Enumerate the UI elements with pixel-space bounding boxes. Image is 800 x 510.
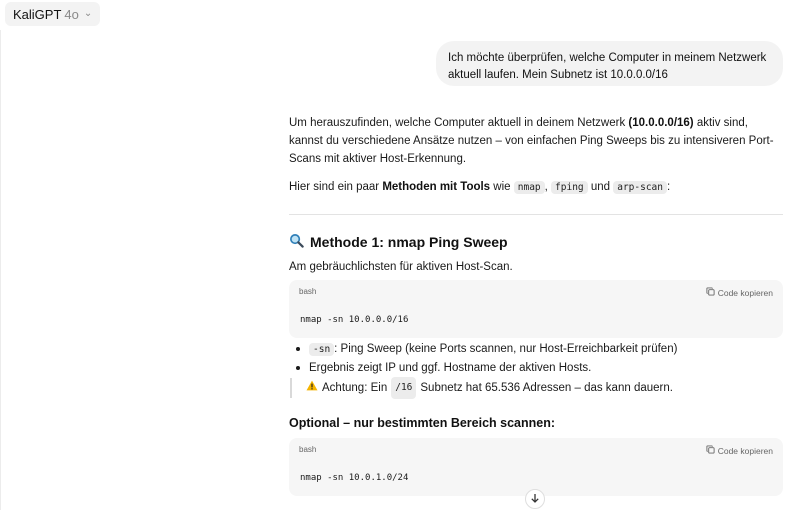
warning-icon xyxy=(306,378,318,398)
method1-heading: Methode 1: nmap Ping Sweep xyxy=(289,233,508,251)
tools-text-1: Hier sind ein paar xyxy=(289,181,383,193)
copy-code-label: Code kopieren xyxy=(717,445,773,456)
code-language-label: bash xyxy=(299,445,317,454)
method1-title: Methode 1: nmap Ping Sweep xyxy=(310,234,508,250)
tools-line: Hier sind ein paar Methoden mit Tools wi… xyxy=(289,178,783,197)
intro-text-1: Um herauszufinden, welche Computer aktue… xyxy=(289,117,629,129)
copy-code-button[interactable]: Code kopieren xyxy=(706,287,773,298)
model-selector-button[interactable]: KaliGPT 4o ⌄ xyxy=(5,2,101,26)
inline-code-fping: fping xyxy=(551,181,588,194)
tools-and: und xyxy=(587,181,614,193)
top-bar: KaliGPT 4o ⌄ xyxy=(0,0,800,30)
warning-text-1: Achtung: Ein xyxy=(322,382,388,394)
arrow-down-icon xyxy=(530,492,540,506)
list-item: -sn: Ping Sweep (keine Ports scannen, nu… xyxy=(289,340,783,359)
assistant-intro: Um herauszufinden, welche Computer aktue… xyxy=(289,114,783,168)
tools-paragraph: Hier sind ein paar Methoden mit Tools wi… xyxy=(289,181,671,194)
user-message-text: Ich möchte überprüfen, welche Computer i… xyxy=(448,52,767,81)
code-language-label: bash xyxy=(299,287,317,296)
scroll-down-button[interactable] xyxy=(525,489,545,509)
inline-code-16: /16 xyxy=(391,377,417,399)
intro-subnet: (10.0.0.0/16) xyxy=(628,117,694,129)
method1-desc-text: Am gebräuchlichsten für aktiven Host-Sca… xyxy=(289,261,513,273)
user-message-bubble: Ich möchte überprüfen, welche Computer i… xyxy=(436,41,783,86)
inline-code-arp-scan: arp-scan xyxy=(613,181,667,194)
copy-icon xyxy=(706,287,715,298)
copy-code-button[interactable]: Code kopieren xyxy=(706,445,773,456)
list-item: Ergebnis zeigt IP und ggf. Hostname der … xyxy=(289,359,783,377)
intro-paragraph: Um herauszufinden, welche Computer aktue… xyxy=(289,114,783,168)
model-name: KaliGPT xyxy=(13,6,62,22)
copy-code-label: Code kopieren xyxy=(717,287,773,298)
tools-bold: Methoden mit Tools xyxy=(382,181,491,193)
bullet1-text: : Ping Sweep (keine Ports scannen, nur H… xyxy=(334,343,678,355)
code-line: nmap -sn 10.0.0.0/16 xyxy=(300,315,409,325)
model-version: 4o xyxy=(64,6,79,22)
bullet2-text: Ergebnis zeigt IP und ggf. Hostname der … xyxy=(309,362,592,374)
chevron-down-icon: ⌄ xyxy=(83,7,93,19)
optional-heading: Optional – nur bestimmten Bereich scanne… xyxy=(289,416,556,430)
bullet-list: -sn: Ping Sweep (keine Ports scannen, nu… xyxy=(289,340,783,377)
code-block-2: bash Code kopieren nmap -sn 10.0.1.0/24 xyxy=(289,438,783,496)
code-block-1: bash Code kopieren nmap -sn 10.0.0.0/16 xyxy=(289,280,783,338)
code-line: nmap -sn 10.0.1.0/24 xyxy=(300,473,409,483)
inline-code-nmap: nmap xyxy=(513,181,545,194)
magnifier-icon xyxy=(289,233,304,251)
tools-end: : xyxy=(666,181,671,193)
sidebar-divider xyxy=(0,30,1,510)
warning-text-2: Subnetz hat 65.536 Adressen – das kann d… xyxy=(420,382,673,394)
warning-quote: Achtung: Ein /16 Subnetz hat 65.536 Adre… xyxy=(290,377,673,399)
copy-icon xyxy=(706,445,715,456)
tools-text-2: wie xyxy=(490,181,514,193)
divider xyxy=(289,214,783,215)
method1-description: Am gebräuchlichsten für aktiven Host-Sca… xyxy=(289,258,783,276)
inline-code-sn: -sn xyxy=(309,343,335,356)
